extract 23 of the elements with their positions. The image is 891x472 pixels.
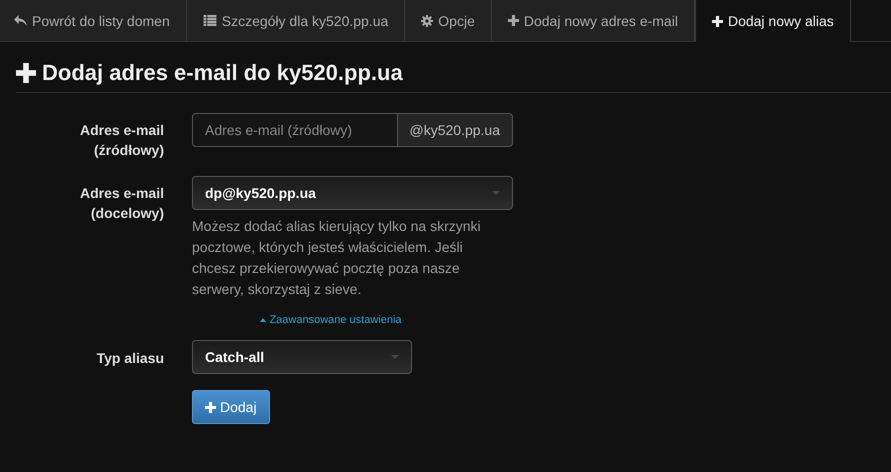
field-label: Adres e-mail (docelowy) [78, 184, 164, 223]
help-text: Możesz dodać alias kierujący tylko na skrzynki pocztowe, których jesteś właścicielem. Jeśli chcesz przekierowywać pocztę poza nasze serwery, skorzystaj z sieve. [192, 217, 482, 299]
add-button[interactable]: Dodaj [192, 390, 270, 424]
tab[interactable]: Dodaj nowy adres e-mail [492, 0, 695, 41]
reply-arrow-icon [14, 15, 27, 26]
plus-icon [712, 16, 723, 26]
domain-addon: @ky520.pp.ua [398, 113, 513, 147]
tab[interactable]: Dodaj nowy alias [694, 0, 851, 42]
plus-icon [508, 15, 519, 26]
list-icon [202, 15, 217, 26]
tab[interactable]: Powrót do listy domen [0, 0, 187, 41]
alias-type-select[interactable]: Catch-all [192, 340, 412, 374]
field-label: Adres e-mail (źródłowy) [78, 121, 164, 160]
page-heading: Dodaj adres e-mail do ky520.pp.ua [42, 60, 403, 86]
tab[interactable]: Szczegóły dla ky520.pp.ua [186, 0, 406, 41]
plus-icon [16, 63, 36, 83]
tab[interactable]: Opcje [405, 0, 492, 41]
target-select[interactable]: dp@ky520.pp.ua [192, 176, 513, 210]
advanced-settings-link[interactable]: Zaawansowane ustawienia [260, 314, 402, 326]
plus-icon [205, 402, 216, 412]
field-label: Typ aliasu [96, 349, 164, 368]
input-field[interactable]: Adres e-mail (źródłowy) [192, 113, 398, 147]
settings-icon [421, 14, 434, 26]
